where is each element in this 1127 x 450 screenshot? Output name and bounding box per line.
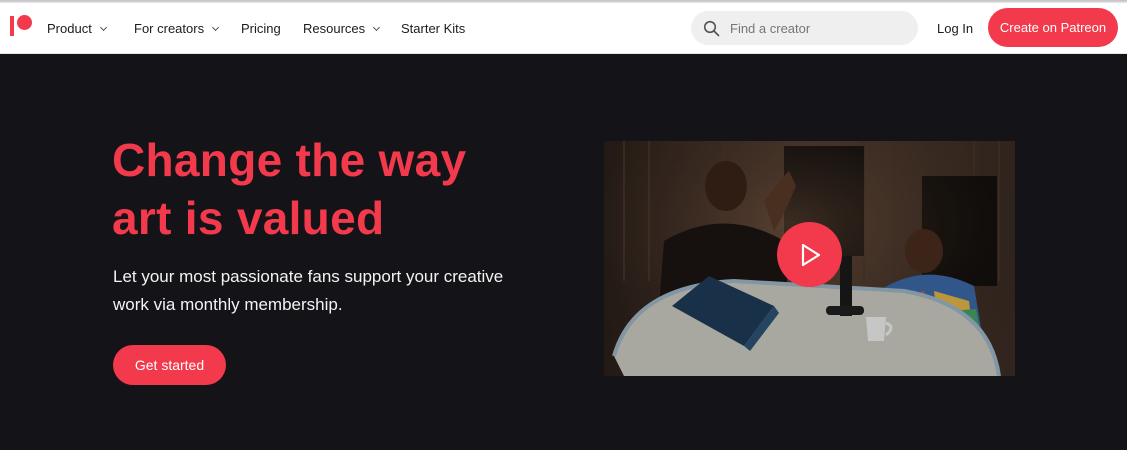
login-link[interactable]: Log In: [937, 3, 973, 54]
top-navigation: Product For creators Pricing Resources S…: [0, 3, 1127, 54]
search-icon: [703, 20, 720, 36]
nav-item-pricing[interactable]: Pricing: [241, 3, 281, 54]
nav-item-label: Starter Kits: [401, 21, 466, 36]
get-started-button[interactable]: Get started: [113, 345, 226, 385]
play-icon: [801, 243, 820, 266]
logo-bar: [10, 16, 14, 36]
nav-item-label: Resources: [303, 21, 366, 36]
nav-item-starter-kits[interactable]: Starter Kits: [401, 3, 465, 54]
video-player[interactable]: [604, 141, 1015, 376]
patreon-logo[interactable]: [10, 15, 32, 37]
chevron-down-icon: [373, 23, 381, 31]
nav-item-label: Pricing: [241, 21, 281, 36]
nav-item-label: Product: [47, 21, 92, 36]
play-button[interactable]: [777, 222, 842, 287]
nav-item-resources[interactable]: Resources: [303, 3, 381, 54]
chevron-down-icon: [99, 23, 107, 31]
hero-section: Change the way art is valued Let your mo…: [0, 55, 1127, 450]
logo-circle: [17, 15, 32, 30]
hero-subtext: Let your most passionate fans support yo…: [113, 267, 504, 314]
hero-headline: Change the way art is valued: [112, 131, 552, 247]
nav-item-for-creators[interactable]: For creators: [134, 3, 220, 54]
nav-item-label: For creators: [134, 21, 205, 36]
chevron-down-icon: [212, 23, 220, 31]
nav-item-product[interactable]: Product: [47, 3, 107, 54]
creator-search[interactable]: [691, 11, 918, 45]
headline-line-2: art is valued: [112, 192, 385, 244]
search-input[interactable]: [730, 20, 890, 36]
create-on-patreon-button[interactable]: Create on Patreon: [988, 8, 1118, 47]
headline-line-1: Change the way: [112, 134, 467, 186]
